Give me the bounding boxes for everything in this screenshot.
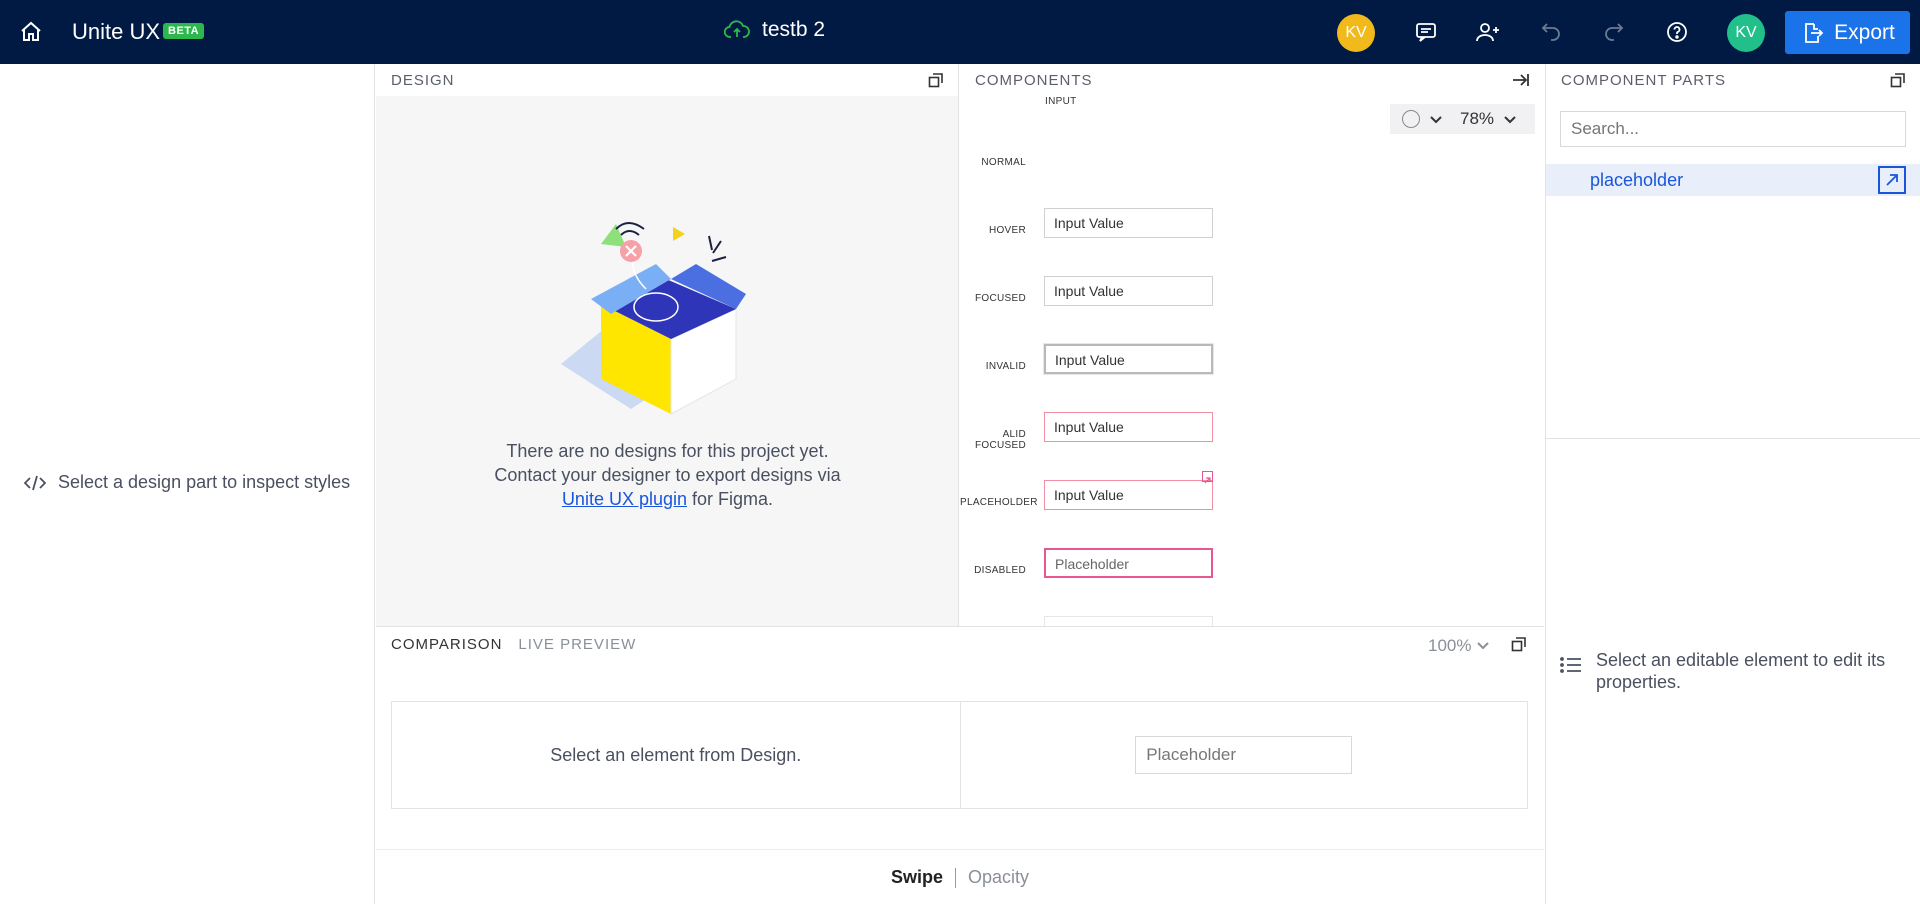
comparison-zoom[interactable]: 100% [1428,636,1490,656]
help-icon[interactable] [1662,17,1692,47]
add-user-icon[interactable] [1473,17,1503,47]
inspect-message-text: Select a design part to inspect styles [58,472,351,492]
design-header: DESIGN [376,64,958,96]
export-button[interactable]: Export [1785,11,1910,54]
navigate-icon[interactable] [1878,166,1906,194]
input-invalid-focused[interactable]: Input Value [1044,480,1213,510]
row-label: FOCUSED [975,293,1026,304]
properties-hint: Select an editable element to edit its p… [1560,649,1900,693]
design-panel: DESIGN There are no designs for this pro… [376,64,959,626]
inspect-message: Select a design part to inspect styles [24,472,350,493]
row-label: PLACEHOLDER [960,497,1038,508]
opacity-mode[interactable]: Opacity [968,867,1029,888]
empty-box-illustration [561,209,761,424]
user-avatar[interactable]: KV [1337,14,1375,52]
empty-state: There are no designs for this project ye… [376,439,959,511]
chevron-down-icon [1477,642,1490,650]
input-hover[interactable]: Input Value [1044,276,1213,306]
comparison-zoom-value: 100% [1428,636,1472,655]
home-icon[interactable] [16,17,46,47]
comparison-frame: Select an element from Design. Placehold… [391,701,1528,809]
unite-ux-plugin-link[interactable]: Unite UX plugin [562,489,687,509]
row-label: HOVER [988,225,1026,236]
beta-badge: BETA [163,23,205,39]
maximize-icon[interactable] [1890,72,1906,88]
input-invalid[interactable]: Input Value [1044,412,1213,442]
components-panel: COMPONENTS INPUT NORMAL Input Value HOVE… [960,64,1544,626]
undo-icon[interactable] [1536,17,1566,47]
empty-suffix: for Figma. [692,489,774,509]
list-icon [1560,657,1581,673]
project-title: testb 2 [762,18,826,41]
row-label: DISABLED [974,565,1026,576]
live-side: Placeholder [959,702,1528,808]
input-normal[interactable]: Input Value [1044,208,1213,238]
swipe-mode[interactable]: Swipe [891,867,943,888]
open-link-icon[interactable] [1202,471,1213,484]
input-placeholder[interactable]: Placeholder [1044,548,1213,578]
theme-toggle-icon[interactable] [1402,110,1420,128]
top-bar: Unite UX BETA testb 2 KV KV Export [0,0,1920,64]
empty-line-3: Unite UX plugin for Figma. [376,487,959,511]
component-parts-panel: COMPONENT PARTS placeholder Select an ed… [1545,64,1920,904]
input-disabled: Input Value [1044,616,1213,626]
parts-title: COMPONENT PARTS [1561,71,1727,89]
zoom-value[interactable]: 78% [1460,109,1494,129]
parts-search-input[interactable] [1560,111,1906,147]
components-canvas[interactable]: INPUT NORMAL Input Value HOVER Input Val… [960,96,1544,626]
user-avatar-2[interactable]: KV [1727,14,1765,52]
properties-hint-text: Select an editable element to edit its p… [1596,650,1886,692]
components-title: COMPONENTS [975,71,1093,89]
comparison-panel: COMPARISON LIVE PREVIEW 100% Select an e… [376,626,1544,904]
comparison-mode-bar: Swipe Opacity [376,849,1544,905]
design-title: DESIGN [391,71,455,89]
cloud-upload-icon [724,20,750,38]
section-label: INPUT [1045,96,1077,107]
row-label: ALID FOCUSED [975,429,1026,451]
maximize-icon[interactable] [1511,636,1527,652]
divider [1546,438,1920,439]
export-icon [1805,22,1824,43]
chevron-down-icon[interactable] [1430,109,1442,129]
code-icon [24,475,46,490]
tab-comparison[interactable]: COMPARISON [391,636,502,653]
mode-separator [954,867,956,888]
part-item-label: placeholder [1590,169,1684,190]
design-side: Select an element from Design. [392,702,960,808]
input-focused[interactable]: Input Value [1044,344,1213,374]
comment-icon[interactable] [1411,17,1441,47]
select-element-message: Select an element from Design. [550,744,802,765]
empty-line-2: Contact your designer to export designs … [494,465,841,485]
tab-live-preview[interactable]: LIVE PREVIEW [518,636,636,653]
zoom-chevron-icon[interactable] [1504,109,1516,129]
empty-line-1: There are no designs for this project ye… [506,441,829,461]
project-name[interactable]: testb 2 [724,18,825,42]
maximize-icon[interactable] [928,72,944,88]
components-toolbar: 78% [1390,104,1535,134]
app-title: Unite UX [72,19,161,44]
parts-header: COMPONENT PARTS [1546,64,1920,96]
components-header: COMPONENTS [960,64,1544,96]
comparison-tabs: COMPARISON LIVE PREVIEW [391,636,636,653]
collapse-right-icon[interactable] [1512,72,1530,88]
inspect-panel: Select a design part to inspect styles [0,64,375,904]
export-label: Export [1834,20,1895,44]
redo-icon[interactable] [1599,17,1629,47]
row-label: NORMAL [981,157,1026,168]
part-item-placeholder[interactable]: placeholder [1546,164,1920,196]
row-label: INVALID [985,361,1026,372]
placeholder-preview-input[interactable]: Placeholder [1135,736,1353,774]
